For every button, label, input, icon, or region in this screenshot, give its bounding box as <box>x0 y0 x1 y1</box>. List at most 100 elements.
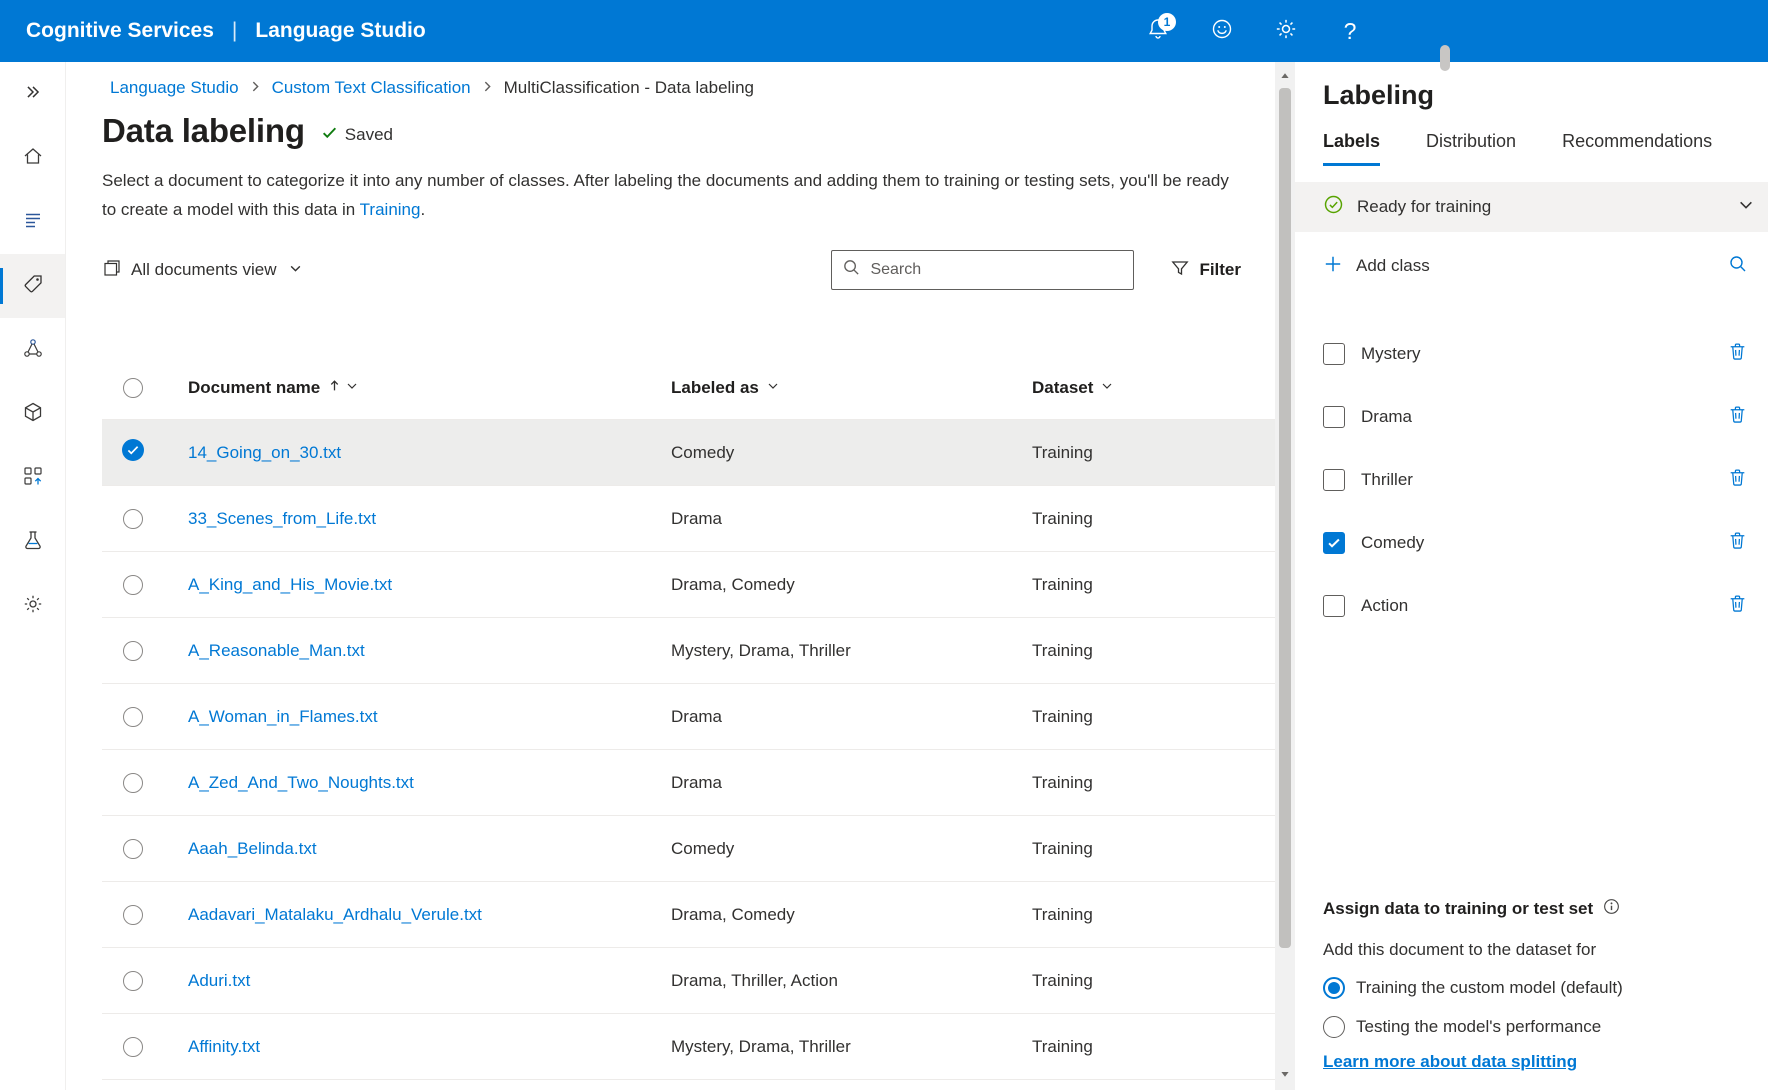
add-class-button[interactable]: Add class <box>1323 254 1430 279</box>
class-checkbox[interactable] <box>1323 343 1345 365</box>
labeled-as-cell: Drama, Comedy <box>671 575 1032 595</box>
class-checkbox[interactable] <box>1323 469 1345 491</box>
table-row[interactable]: A_Reasonable_Man.txtMystery, Drama, Thri… <box>102 618 1275 684</box>
table-row[interactable]: A_Woman_in_Flames.txtDramaTraining <box>102 684 1275 750</box>
class-checkbox[interactable] <box>1323 406 1345 428</box>
delete-class-button[interactable] <box>1727 467 1748 493</box>
scroll-down-arrow-icon[interactable] <box>1280 1066 1290 1084</box>
row-radio[interactable] <box>123 575 143 595</box>
delete-class-button[interactable] <box>1727 404 1748 430</box>
column-header-dataset[interactable]: Dataset <box>1032 378 1093 398</box>
scroll-up-arrow-icon[interactable] <box>1280 68 1290 86</box>
expand-sidebar-button[interactable] <box>0 62 65 126</box>
column-header-document-name[interactable]: Document name <box>188 378 320 398</box>
sidebar-item-data-labeling[interactable] <box>0 254 65 318</box>
sidebar-item-model-performance[interactable] <box>0 382 65 446</box>
add-class-row: Add class <box>1295 242 1768 290</box>
brand-separator: | <box>232 19 237 43</box>
feedback-button[interactable] <box>1202 11 1242 51</box>
training-status-expander[interactable]: Ready for training <box>1295 182 1768 232</box>
chevron-down-icon <box>289 260 302 280</box>
chevron-down-icon[interactable] <box>346 379 358 397</box>
search-box[interactable] <box>831 250 1134 290</box>
document-link[interactable]: 33_Scenes_from_Life.txt <box>188 509 376 529</box>
breadcrumb-custom-text-classification[interactable]: Custom Text Classification <box>272 78 471 98</box>
tab-labels[interactable]: Labels <box>1323 131 1380 166</box>
class-list: MysteryDramaThrillerComedyAction <box>1295 322 1768 637</box>
radio-control[interactable] <box>1323 977 1345 999</box>
help-button[interactable]: ? <box>1330 11 1370 51</box>
tab-recommendations[interactable]: Recommendations <box>1562 131 1712 166</box>
brand-language-studio[interactable]: Language Studio <box>255 19 425 43</box>
documents-view-dropdown[interactable]: All documents view <box>102 258 302 283</box>
sidebar-item-home[interactable] <box>0 126 65 190</box>
scrollbar-thumb[interactable] <box>1279 88 1291 948</box>
document-link[interactable]: 14_Going_on_30.txt <box>188 443 341 463</box>
filter-button[interactable]: Filter <box>1170 258 1241 283</box>
radio-control[interactable] <box>1323 1016 1345 1038</box>
table-row[interactable]: Affinity.txtMystery, Drama, ThrillerTrai… <box>102 1014 1275 1080</box>
radio-option-testing[interactable]: Testing the model's performance <box>1323 1016 1748 1038</box>
search-classes-button[interactable] <box>1728 254 1748 279</box>
table-row[interactable]: Aaah_Belinda.txtComedyTraining <box>102 816 1275 882</box>
table-row[interactable]: 14_Going_on_30.txtComedyTraining <box>102 420 1275 486</box>
class-row: Mystery <box>1295 322 1768 385</box>
learn-more-link[interactable]: Learn more about data splitting <box>1323 1052 1577 1072</box>
document-link[interactable]: Aadavari_Matalaku_Ardhalu_Verule.txt <box>188 905 482 925</box>
chevron-down-icon[interactable] <box>767 379 779 397</box>
row-radio[interactable] <box>123 641 143 661</box>
row-radio[interactable] <box>123 905 143 925</box>
row-radio[interactable] <box>123 1037 143 1057</box>
labeled-as-cell: Drama <box>671 509 1032 529</box>
table-row[interactable]: A_King_and_His_Movie.txtDrama, ComedyTra… <box>102 552 1275 618</box>
delete-class-button[interactable] <box>1727 530 1748 556</box>
breadcrumb-language-studio[interactable]: Language Studio <box>110 78 239 98</box>
sidebar-item-project-settings[interactable] <box>0 574 65 638</box>
row-radio[interactable] <box>123 839 143 859</box>
info-icon[interactable] <box>1602 897 1621 921</box>
table-row[interactable]: A_Zed_And_Two_Noughts.txtDramaTraining <box>102 750 1275 816</box>
notifications-button[interactable]: 1 <box>1138 11 1178 51</box>
row-radio[interactable] <box>123 971 143 991</box>
document-link[interactable]: A_Reasonable_Man.txt <box>188 641 365 661</box>
sidebar-item-training-jobs[interactable] <box>0 318 65 382</box>
search-input[interactable] <box>870 261 1123 279</box>
class-label: Thriller <box>1361 470 1413 490</box>
document-link[interactable]: A_King_and_His_Movie.txt <box>188 575 392 595</box>
chevron-down-icon[interactable] <box>1101 379 1113 397</box>
column-header-labeled-as[interactable]: Labeled as <box>671 378 759 398</box>
delete-class-button[interactable] <box>1727 341 1748 367</box>
dataset-cell: Training <box>1032 773 1275 793</box>
class-checkbox[interactable] <box>1323 532 1345 554</box>
sidebar-item-projects[interactable] <box>0 190 65 254</box>
tab-distribution[interactable]: Distribution <box>1426 131 1516 166</box>
dataset-cell: Training <box>1032 509 1275 529</box>
table-row[interactable]: 33_Scenes_from_Life.txt DramaTraining <box>102 486 1275 552</box>
document-link[interactable]: A_Zed_And_Two_Noughts.txt <box>188 773 414 793</box>
brand-cognitive-services[interactable]: Cognitive Services <box>26 19 214 43</box>
sort-ascending-icon[interactable] <box>328 379 341 397</box>
class-label: Comedy <box>1361 533 1424 553</box>
document-link[interactable]: Aduri.txt <box>188 971 250 991</box>
sidebar-item-testing[interactable] <box>0 510 65 574</box>
breadcrumb-current: MultiClassification - Data labeling <box>504 78 754 98</box>
document-link[interactable]: A_Woman_in_Flames.txt <box>188 707 378 727</box>
table-row[interactable]: Aduri.txtDrama, Thriller, ActionTraining <box>102 948 1275 1014</box>
row-radio[interactable] <box>123 707 143 727</box>
radio-option-training[interactable]: Training the custom model (default) <box>1323 977 1748 999</box>
delete-class-button[interactable] <box>1727 593 1748 619</box>
class-checkbox[interactable] <box>1323 595 1345 617</box>
document-link[interactable]: Affinity.txt <box>188 1037 260 1057</box>
sidebar-item-deployment[interactable] <box>0 446 65 510</box>
select-all-radio[interactable] <box>123 378 143 398</box>
question-mark-icon: ? <box>1344 18 1357 45</box>
row-radio[interactable] <box>123 773 143 793</box>
document-link[interactable]: Aaah_Belinda.txt <box>188 839 317 859</box>
training-link[interactable]: Training <box>360 200 421 219</box>
main-scrollbar[interactable] <box>1275 62 1295 1090</box>
row-radio[interactable] <box>123 509 143 529</box>
table-row[interactable]: Aadavari_Matalaku_Ardhalu_Verule.txtDram… <box>102 882 1275 948</box>
list-icon <box>22 209 44 236</box>
settings-button[interactable] <box>1266 11 1306 51</box>
row-radio-selected[interactable] <box>122 439 144 466</box>
